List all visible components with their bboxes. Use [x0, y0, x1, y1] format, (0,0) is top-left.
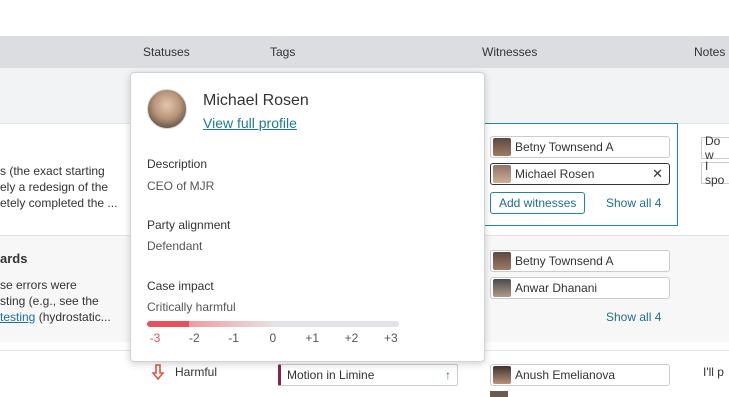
witness-chip-selected[interactable]: Michael Rosen ✕ [490, 163, 670, 185]
description-value: CEO of MJR [147, 179, 215, 193]
note-field[interactable]: Do w [701, 134, 729, 162]
arrow-down-icon [151, 364, 165, 381]
impact-scale-fill [147, 321, 189, 327]
table-header [0, 36, 729, 68]
row-description-line: se errors were [0, 278, 77, 292]
show-all-link[interactable]: Show all 4 [606, 196, 661, 210]
case-impact-value: Critically harmful [147, 300, 236, 314]
row-description-line: s (the exact starting [0, 164, 105, 178]
witness-chip[interactable]: Anwar Dhanani [490, 277, 670, 299]
add-witnesses-button[interactable]: Add witnesses [490, 192, 586, 214]
description-label: Description [147, 157, 208, 171]
show-all-link[interactable]: Show all 4 [606, 310, 661, 324]
witness-chip[interactable]: Betny Townsend A [490, 136, 670, 158]
avatar [493, 279, 511, 297]
impact-scale-tick: +3 [383, 331, 398, 345]
impact-scale-tick: +1 [305, 331, 320, 345]
impact-scale-tick: -2 [188, 331, 200, 345]
party-alignment-label: Party alignment [147, 218, 231, 232]
party-alignment-value: Defendant [147, 239, 203, 253]
avatar [493, 165, 511, 183]
testing-link[interactable]: testing [0, 310, 35, 324]
case-impact-label: Case impact [147, 279, 214, 293]
avatar [493, 366, 511, 384]
avatar [493, 138, 511, 156]
impact-scale-track [147, 321, 399, 327]
witness-chip[interactable]: Anush Emelianova [490, 364, 670, 386]
arrow-up-icon: ↑ [445, 368, 451, 382]
row-description-line: ely a redesign of the [0, 180, 109, 194]
witness-name: Michael Rosen [515, 167, 595, 181]
row-description-line: etely completed the ... [0, 196, 118, 210]
row-description-line: sting (e.g., see the [0, 294, 99, 308]
witness-chip[interactable]: Betny Townsend A [490, 250, 670, 272]
row-title: ards [0, 251, 28, 266]
impact-scale-tick: +2 [344, 331, 359, 345]
column-header-tags[interactable]: Tags [270, 45, 295, 59]
witness-name: Betny Townsend A [515, 140, 614, 154]
note-field[interactable]: I spo [701, 159, 729, 187]
close-icon[interactable]: ✕ [652, 166, 663, 182]
row-description-line: testing (hydrostatic... [0, 309, 111, 325]
impact-scale-fade [189, 321, 273, 327]
tag-label: Motion in Limine [287, 368, 375, 382]
row-description-tail: (hydrostatic... [35, 310, 111, 324]
top-area [0, 0, 729, 36]
column-header-statuses[interactable]: Statuses [143, 45, 190, 59]
impact-scale-tick: -1 [228, 331, 239, 345]
note-text: I'll p [703, 365, 724, 379]
avatar [493, 252, 511, 270]
avatar [490, 391, 508, 397]
witness-name: Anush Emelianova [515, 368, 616, 382]
impact-scale-tick: -3 [149, 331, 161, 345]
witness-name: Anwar Dhanani [515, 281, 598, 295]
popover-name: Michael Rosen [203, 92, 309, 109]
witness-name: Betny Townsend A [515, 254, 614, 268]
tag-chip[interactable]: Motion in Limine ↑ [278, 364, 458, 386]
column-header-notes[interactable]: Notes [694, 45, 725, 59]
column-header-witnesses[interactable]: Witnesses [482, 45, 537, 59]
view-full-profile-link[interactable]: View full profile [203, 115, 297, 131]
status-label: Harmful [175, 365, 218, 379]
avatar [147, 89, 187, 129]
impact-scale-tick: 0 [269, 331, 277, 345]
